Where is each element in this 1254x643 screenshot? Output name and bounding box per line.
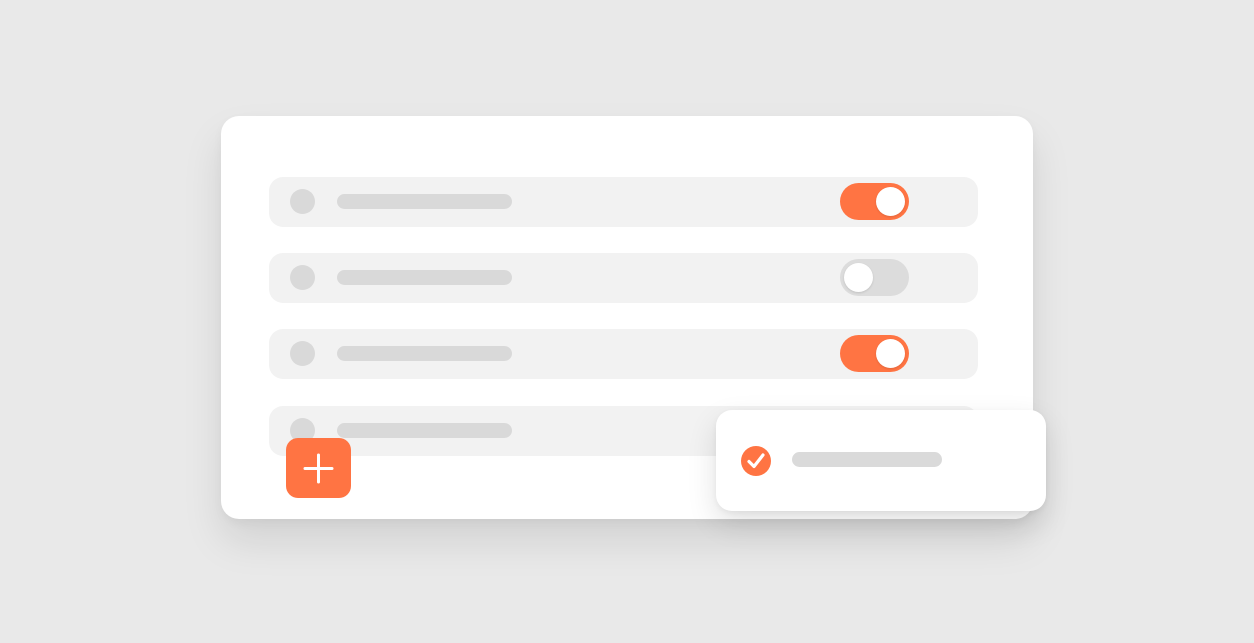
list-item-label-placeholder (337, 346, 512, 361)
toggle-knob (876, 339, 905, 368)
list-item-avatar (290, 265, 315, 290)
list-item (269, 253, 978, 303)
list-item-avatar (290, 189, 315, 214)
list-item-label-placeholder (337, 423, 512, 438)
toggle-switch[interactable] (840, 183, 909, 220)
toggle-switch[interactable] (840, 259, 909, 296)
toggle-knob (844, 263, 873, 292)
toggle-knob (876, 187, 905, 216)
check-circle-icon (741, 446, 771, 476)
popup-message-placeholder (792, 452, 942, 467)
list-item (269, 177, 978, 227)
toggle-switch[interactable] (840, 335, 909, 372)
list-item-label-placeholder (337, 270, 512, 285)
list-item-avatar (290, 341, 315, 366)
plus-icon (303, 453, 334, 484)
list-item (269, 329, 978, 379)
confirmation-popup (716, 410, 1046, 511)
add-button[interactable] (286, 438, 351, 498)
list-item-label-placeholder (337, 194, 512, 209)
